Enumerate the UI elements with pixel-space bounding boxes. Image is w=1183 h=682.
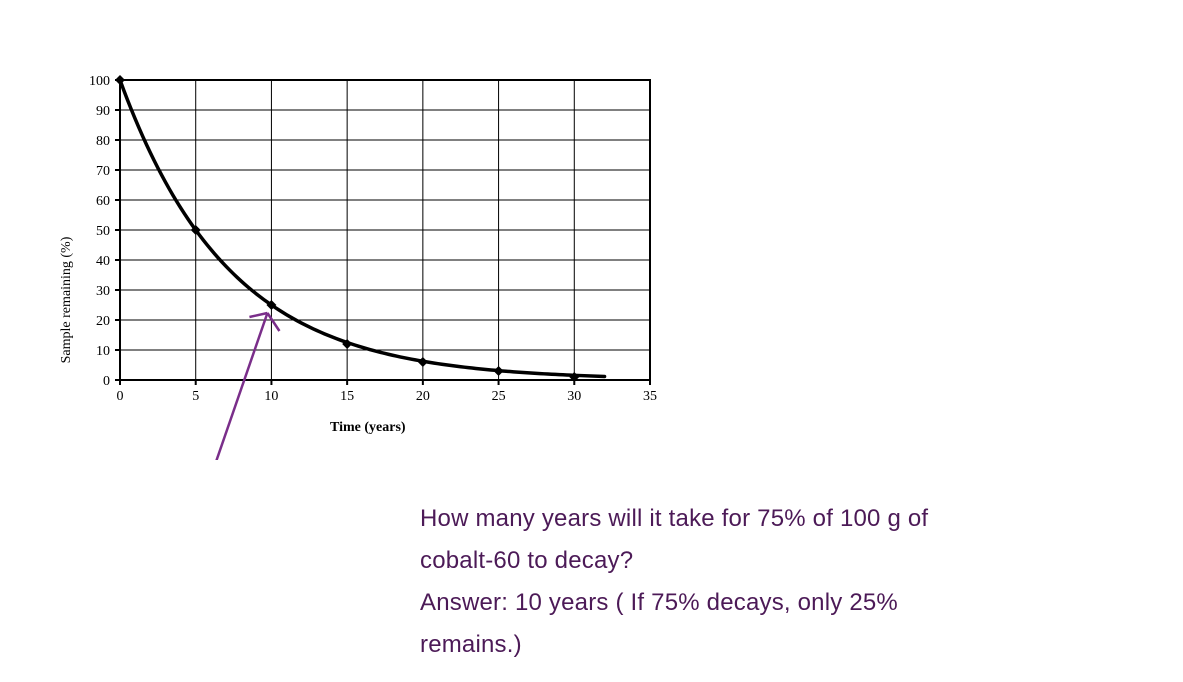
- svg-text:100: 100: [89, 74, 110, 89]
- svg-text:50: 50: [96, 224, 110, 239]
- svg-text:25: 25: [492, 389, 506, 404]
- svg-text:20: 20: [96, 314, 110, 329]
- answer-line-2: remains.): [420, 626, 1100, 664]
- question-text: How many years will it take for 75% of 1…: [420, 500, 1100, 668]
- svg-text:70: 70: [96, 164, 110, 179]
- svg-text:40: 40: [96, 254, 110, 269]
- svg-text:30: 30: [567, 389, 581, 404]
- question-line-1: How many years will it take for 75% of 1…: [420, 500, 1100, 538]
- svg-text:60: 60: [96, 194, 110, 209]
- chart-svg: Sample remaining (%)01020304050607080901…: [50, 70, 670, 460]
- svg-text:0: 0: [117, 389, 124, 404]
- svg-text:10: 10: [264, 389, 278, 404]
- svg-text:15: 15: [340, 389, 354, 404]
- svg-text:10: 10: [96, 344, 110, 359]
- svg-text:5: 5: [192, 389, 199, 404]
- svg-text:Sample remaining (%): Sample remaining (%): [59, 236, 74, 363]
- x-axis-label: Time (years): [330, 420, 406, 436]
- svg-text:0: 0: [103, 374, 110, 389]
- answer-line-1: Answer: 10 years ( If 75% decays, only 2…: [420, 584, 1100, 622]
- svg-text:30: 30: [96, 284, 110, 299]
- decay-chart: Sample remaining (%)01020304050607080901…: [50, 70, 670, 460]
- svg-text:35: 35: [643, 389, 657, 404]
- svg-text:80: 80: [96, 134, 110, 149]
- page-root: Sample remaining (%)01020304050607080901…: [0, 0, 1183, 682]
- svg-text:20: 20: [416, 389, 430, 404]
- svg-text:90: 90: [96, 104, 110, 119]
- question-line-2: cobalt-60 to decay?: [420, 542, 1100, 580]
